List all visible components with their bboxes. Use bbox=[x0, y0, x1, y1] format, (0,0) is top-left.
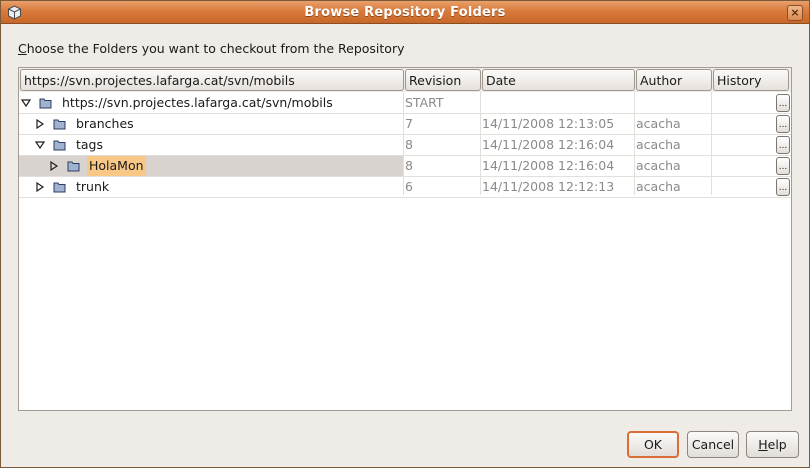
column-header-revision[interactable]: Revision bbox=[405, 69, 481, 91]
table-row[interactable]: tags 8 14/11/2008 12:16:04 acacha ... bbox=[19, 135, 791, 156]
column-header-author[interactable]: Author bbox=[636, 69, 712, 91]
tree-node-trunk[interactable]: trunk bbox=[19, 177, 403, 197]
date-cell: 14/11/2008 12:16:04 bbox=[482, 158, 615, 173]
tree-node-label: tags bbox=[76, 137, 104, 152]
triangle-right-icon[interactable] bbox=[35, 119, 45, 129]
tree-node-root[interactable]: https://svn.projectes.lafarga.cat/svn/mo… bbox=[19, 93, 403, 113]
column-divider bbox=[480, 92, 481, 195]
folders-tree-table[interactable]: https://svn.projectes.lafarga.cat/svn/mo… bbox=[18, 67, 792, 411]
history-button[interactable]: ... bbox=[776, 94, 790, 112]
history-cell: ... bbox=[712, 93, 791, 113]
table-row[interactable]: branches 7 14/11/2008 12:13:05 acacha ..… bbox=[19, 114, 791, 135]
author-cell: acacha bbox=[636, 137, 681, 152]
table-row[interactable]: https://svn.projectes.lafarga.cat/svn/mo… bbox=[19, 93, 791, 114]
ok-button[interactable]: OK bbox=[627, 431, 679, 458]
author-cell bbox=[635, 93, 711, 113]
tree-node-tags[interactable]: tags bbox=[19, 135, 403, 155]
history-cell: ... bbox=[712, 177, 791, 197]
column-divider bbox=[711, 92, 712, 195]
revision-cell: 8 bbox=[405, 137, 413, 152]
revision-cell: 7 bbox=[405, 116, 413, 131]
folder-icon bbox=[39, 98, 52, 109]
help-button[interactable]: Help bbox=[746, 431, 799, 458]
folder-icon bbox=[53, 140, 66, 151]
revision-cell: 6 bbox=[405, 179, 413, 194]
revision-cell: START bbox=[405, 95, 444, 110]
tree-node-branches[interactable]: branches bbox=[19, 114, 403, 134]
history-button[interactable]: ... bbox=[776, 115, 790, 133]
help-label: elp bbox=[767, 437, 787, 452]
instruction-label: Choose the Folders you want to checkout … bbox=[18, 41, 405, 56]
triangle-down-icon[interactable] bbox=[35, 140, 45, 150]
table-header: https://svn.projectes.lafarga.cat/svn/mo… bbox=[19, 68, 791, 92]
cancel-button[interactable]: Cancel bbox=[687, 431, 739, 458]
author-cell: acacha bbox=[636, 116, 681, 131]
date-cell: 14/11/2008 12:16:04 bbox=[482, 137, 615, 152]
history-cell: ... bbox=[712, 156, 791, 176]
column-header-name[interactable]: https://svn.projectes.lafarga.cat/svn/mo… bbox=[20, 69, 404, 91]
window-title: Browse Repository Folders bbox=[304, 5, 506, 20]
date-cell bbox=[481, 93, 634, 113]
instruction-text: hoose the Folders you want to checkout f… bbox=[26, 41, 405, 56]
triangle-right-icon[interactable] bbox=[49, 161, 59, 171]
history-cell: ... bbox=[712, 135, 791, 155]
triangle-right-icon[interactable] bbox=[35, 182, 45, 192]
folder-icon bbox=[53, 119, 66, 130]
folder-icon bbox=[53, 182, 66, 193]
tree-node-label: https://svn.projectes.lafarga.cat/svn/mo… bbox=[62, 95, 333, 110]
history-cell: ... bbox=[712, 114, 791, 134]
column-header-history[interactable]: History bbox=[713, 69, 789, 91]
close-icon[interactable]: × bbox=[787, 5, 803, 21]
revision-cell: 8 bbox=[405, 158, 413, 173]
table-row[interactable]: trunk 6 14/11/2008 12:12:13 acacha ... bbox=[19, 177, 791, 198]
tree-node-label: branches bbox=[76, 116, 134, 131]
column-divider bbox=[634, 92, 635, 195]
history-button[interactable]: ... bbox=[776, 157, 790, 175]
folder-icon bbox=[67, 161, 80, 172]
instruction-mnemonic: C bbox=[18, 41, 27, 56]
tree-node-label: trunk bbox=[76, 179, 110, 194]
date-cell: 14/11/2008 12:12:13 bbox=[482, 179, 615, 194]
column-divider bbox=[403, 92, 404, 195]
tree-node-holamon[interactable]: HolaMon bbox=[19, 156, 403, 176]
triangle-down-icon[interactable] bbox=[21, 98, 31, 108]
author-cell: acacha bbox=[636, 179, 681, 194]
browse-repository-dialog: Browse Repository Folders × Choose the F… bbox=[0, 0, 810, 468]
help-mnemonic: H bbox=[758, 437, 768, 452]
date-cell: 14/11/2008 12:13:05 bbox=[482, 116, 615, 131]
tree-node-label: HolaMon bbox=[87, 156, 146, 176]
history-button[interactable]: ... bbox=[776, 136, 790, 154]
author-cell: acacha bbox=[636, 158, 681, 173]
title-bar[interactable]: Browse Repository Folders × bbox=[1, 1, 809, 24]
column-header-date[interactable]: Date bbox=[482, 69, 635, 91]
history-button[interactable]: ... bbox=[776, 178, 790, 196]
table-row-selected[interactable]: HolaMon 8 14/11/2008 12:16:04 acacha ... bbox=[19, 156, 791, 177]
